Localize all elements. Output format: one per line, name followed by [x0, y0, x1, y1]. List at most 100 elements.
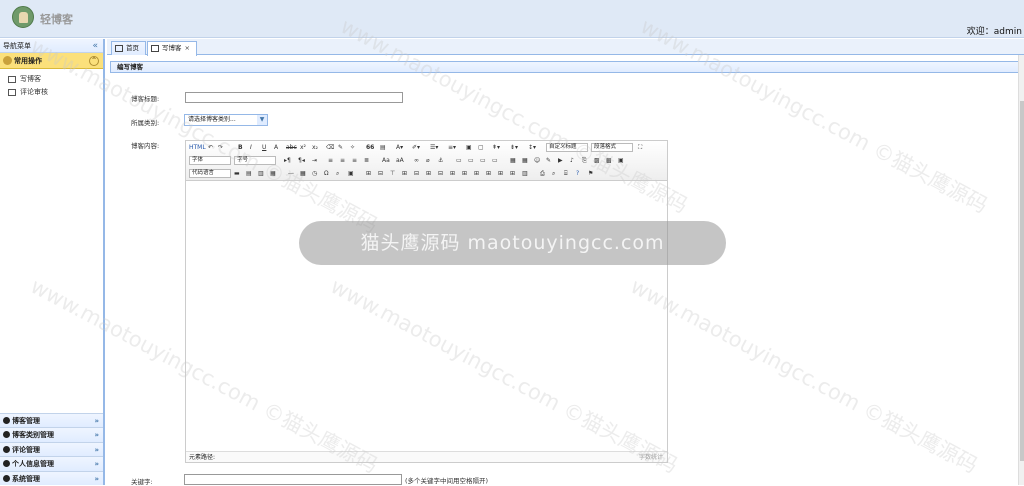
preview-icon[interactable]: ▣: [348, 169, 354, 178]
gmap-icon[interactable]: ▩: [606, 156, 612, 165]
insert-frame-icon[interactable]: ▣: [618, 156, 624, 165]
redo-icon[interactable]: ↷: [218, 143, 223, 152]
subscript-icon[interactable]: x₂: [312, 143, 318, 152]
insert-table-icon[interactable]: ⊞: [366, 169, 371, 178]
about-icon[interactable]: ⚑: [588, 169, 593, 178]
category-select[interactable]: 请选择博客类别... ▼: [184, 114, 268, 126]
merge-right-icon[interactable]: ⊞: [462, 169, 467, 178]
music-icon[interactable]: ♪: [570, 156, 574, 165]
bold-icon[interactable]: B: [238, 143, 243, 152]
accordion-common[interactable]: 常用操作 ^: [0, 53, 103, 69]
collapse-icon[interactable]: «: [92, 39, 98, 53]
delete-col-icon[interactable]: ⊟: [438, 169, 443, 178]
title-input[interactable]: [185, 92, 403, 103]
accordion-system[interactable]: 系统管理 »: [0, 470, 103, 485]
chevron-up-icon[interactable]: ^: [89, 56, 99, 66]
tab-home[interactable]: 首页: [111, 41, 146, 55]
undo-icon[interactable]: ↶: [208, 143, 213, 152]
insert-image-icon[interactable]: ▦: [522, 156, 528, 165]
page-break-icon[interactable]: ▬: [234, 169, 240, 178]
line-height-icon[interactable]: ↕▾: [528, 143, 536, 152]
row-spacing-top-icon[interactable]: ⇞▾: [492, 143, 500, 152]
highlight-icon[interactable]: ✐▾: [412, 143, 420, 152]
italic-icon[interactable]: I: [250, 143, 252, 152]
merge-cells-icon[interactable]: ⊞: [450, 169, 455, 178]
format-painter-icon[interactable]: ✎: [338, 143, 343, 152]
image-left-icon[interactable]: ▭: [468, 156, 474, 165]
map-icon[interactable]: ▩: [594, 156, 600, 165]
menu-item-comment-review[interactable]: 评论审核: [0, 86, 103, 99]
indent-icon[interactable]: ⇥: [312, 156, 317, 165]
fullscreen-icon[interactable]: ⛶: [638, 143, 642, 152]
insert-video-icon[interactable]: ▶: [558, 156, 563, 165]
split-cols-icon[interactable]: ⊞: [510, 169, 515, 178]
anchor-icon[interactable]: ⚓: [438, 156, 443, 165]
align-center-icon[interactable]: ≡: [340, 156, 345, 165]
select-all-icon[interactable]: ▣: [466, 143, 472, 152]
menu-item-write-blog[interactable]: 写博客: [0, 73, 103, 86]
insert-row-icon[interactable]: ⊞: [402, 169, 407, 178]
image-right-icon[interactable]: ▭: [480, 156, 486, 165]
align-left-icon[interactable]: ≡: [328, 156, 333, 165]
image-none-icon[interactable]: ▭: [456, 156, 462, 165]
split-cells-icon[interactable]: ⊞: [486, 169, 491, 178]
link-icon[interactable]: ∞: [414, 156, 419, 165]
clear-doc-icon[interactable]: ▢: [478, 143, 484, 152]
rtl-icon[interactable]: ¶◂: [298, 156, 305, 165]
delete-row-icon[interactable]: ⊟: [414, 169, 419, 178]
vertical-scrollbar[interactable]: [1018, 55, 1024, 485]
accordion-comment[interactable]: 评论管理 »: [0, 441, 103, 456]
simple-upload-icon[interactable]: ▦: [510, 156, 516, 165]
help-icon[interactable]: ?: [576, 169, 579, 178]
keyword-input[interactable]: [184, 474, 402, 485]
search-replace-icon[interactable]: ⌕: [336, 169, 339, 178]
image-center-icon[interactable]: ▭: [492, 156, 498, 165]
merge-down-icon[interactable]: ⊞: [474, 169, 479, 178]
accordion-category[interactable]: 博客类别管理 »: [0, 427, 103, 442]
emotion-icon[interactable]: ☺: [534, 156, 540, 165]
close-icon[interactable]: ×: [185, 44, 190, 52]
align-right-icon[interactable]: ≡: [352, 156, 357, 165]
ltr-icon[interactable]: ▸¶: [284, 156, 291, 165]
print-icon[interactable]: ⎙: [540, 169, 545, 178]
tab-write-blog[interactable]: 写博客 ×: [147, 41, 197, 56]
strikethrough-icon[interactable]: abc: [286, 143, 297, 152]
scrawl-icon[interactable]: ✎: [546, 156, 551, 165]
search-icon[interactable]: ⌕: [552, 169, 555, 178]
font-size-select[interactable]: 字号: [234, 156, 276, 165]
split-rows-icon[interactable]: ⊞: [498, 169, 503, 178]
font-family-select[interactable]: 字体: [189, 156, 231, 165]
blockquote-icon[interactable]: 66: [366, 143, 374, 152]
accordion-blog[interactable]: 博客管理 »: [0, 412, 103, 427]
row-spacing-bottom-icon[interactable]: ⇟▾: [510, 143, 518, 152]
ordered-list-icon[interactable]: ☰▾: [430, 143, 438, 152]
background-icon[interactable]: ▤: [246, 169, 252, 178]
custom-title-select[interactable]: 自定义标题: [546, 143, 588, 152]
source-button[interactable]: HTML: [189, 143, 206, 152]
paste-plain-icon[interactable]: ▤: [380, 143, 386, 152]
accordion-profile[interactable]: 个人信息管理 »: [0, 456, 103, 471]
to-uppercase-icon[interactable]: Aa: [382, 156, 390, 165]
unlink-icon[interactable]: ⌀: [426, 156, 430, 165]
horizontal-rule-icon[interactable]: —: [288, 169, 294, 178]
delete-table-icon[interactable]: ⊟: [378, 169, 383, 178]
to-lowercase-icon[interactable]: aA: [396, 156, 404, 165]
insert-col-icon[interactable]: ⊞: [426, 169, 431, 178]
autotype-icon[interactable]: ✧: [350, 143, 355, 152]
insert-paragraph-before-table-icon[interactable]: ⊤: [390, 169, 395, 178]
font-color-icon[interactable]: A▾: [396, 143, 403, 152]
special-chars-icon[interactable]: Ω: [324, 169, 329, 178]
charts-icon[interactable]: ▥: [522, 169, 528, 178]
rich-text-editor[interactable]: HTML ↶ ↷ B I U A abc x² x₂ ⌫ ✎ ✧ 66 ▤ A▾…: [185, 140, 668, 463]
code-language-select[interactable]: 代码语言: [189, 169, 231, 178]
date-icon[interactable]: ▦: [300, 169, 306, 178]
align-justify-icon[interactable]: ≣: [364, 156, 369, 165]
superscript-icon[interactable]: x²: [300, 143, 306, 152]
drafts-icon[interactable]: ⌸: [564, 169, 568, 178]
font-border-icon[interactable]: A: [274, 143, 278, 152]
wordimage-icon[interactable]: ▦: [270, 169, 276, 178]
attachment-icon[interactable]: ⎘: [582, 156, 587, 165]
paragraph-select[interactable]: 段落格式: [591, 143, 633, 152]
unordered-list-icon[interactable]: ≡▾: [448, 143, 456, 152]
underline-icon[interactable]: U: [262, 143, 266, 152]
